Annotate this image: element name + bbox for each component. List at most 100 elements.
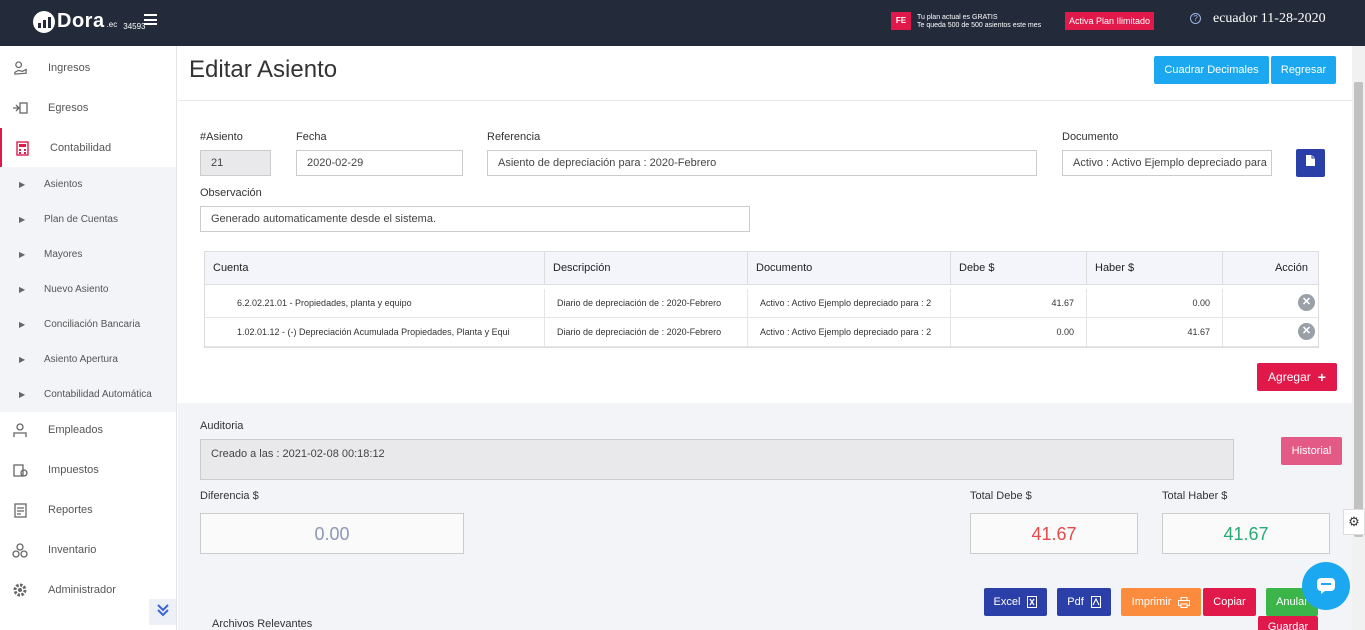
total-debe-value: 41.67 (970, 513, 1138, 554)
chevron-right-icon: ▶ (19, 250, 26, 259)
sidebar-subitem-mayores[interactable]: ▶ Mayores (0, 237, 176, 272)
col-header-cuenta: Cuenta (205, 252, 545, 285)
sidebar-item-ingresos[interactable]: Ingresos (0, 48, 176, 88)
sidebar-item-label: Contabilidad (50, 142, 112, 154)
sidebar-item-reportes[interactable]: Reportes (0, 490, 176, 530)
money-hand-icon (12, 60, 28, 76)
cell-cuenta[interactable]: 6.2.02.21.01 - Propiedades, planta y equ… (205, 289, 545, 318)
cash-out-icon (12, 100, 28, 116)
sidebar-subitem-label: Nuevo Asiento (44, 284, 109, 295)
pdf-label: Pdf (1067, 596, 1084, 608)
cell-documento[interactable]: Activo : Activo Ejemplo depreciado para … (748, 289, 951, 318)
sidebar-item-contabilidad[interactable]: Contabilidad (0, 128, 176, 168)
sidebar-subitem-nuevo-asiento[interactable]: ▶ Nuevo Asiento (0, 272, 176, 307)
company-id: 34593 (123, 22, 146, 31)
documento-label: Documento (1062, 131, 1119, 143)
hamburger-menu-icon[interactable] (144, 14, 157, 25)
sidebar-item-label: Ingresos (48, 62, 91, 74)
activate-plan-button[interactable]: Activa Plan Ilimitado (1065, 12, 1155, 30)
imprimir-button[interactable]: Imprimir (1121, 588, 1201, 616)
document-icon (1305, 154, 1316, 172)
observacion-field[interactable]: Generado automaticamente desde el sistem… (200, 206, 750, 232)
cell-descripcion[interactable]: Diario de depreciación de : 2020-Febrero (545, 318, 748, 347)
chevron-right-icon: ▶ (19, 285, 26, 294)
chevron-right-icon: ▶ (19, 180, 26, 189)
diferencia-value: 0.00 (200, 513, 464, 554)
referencia-field[interactable]: Asiento de depreciación para : 2020-Febr… (487, 150, 1037, 176)
chevron-right-icon: ▶ (19, 355, 26, 364)
total-haber-label: Total Haber $ (1162, 490, 1228, 502)
asiento-lines-table: Cuenta Descripción Documento Debe $ Habe… (204, 251, 1319, 348)
sidebar: Ingresos Egresos Contabilidad ▶ Asientos… (0, 46, 177, 630)
agregar-button[interactable]: Agregar + (1257, 363, 1337, 391)
referencia-label: Referencia (487, 131, 541, 143)
cell-haber[interactable]: 0.00 (1087, 289, 1223, 318)
page-scrollbar[interactable] (1352, 46, 1365, 630)
calculator-icon (14, 140, 30, 156)
plan-status: Tu plan actual es GRATIS Te queda 500 de… (917, 14, 1041, 30)
logo-chart-icon (33, 10, 55, 33)
pdf-button[interactable]: Pdf (1057, 588, 1111, 616)
table-header: Cuenta Descripción Documento Debe $ Habe… (205, 252, 1318, 285)
col-header-accion: Acción (1274, 262, 1308, 274)
dora-logo[interactable]: Dora .ec 34593 (33, 10, 146, 33)
logo-text: Dora (57, 10, 105, 32)
fecha-field[interactable]: 2020-02-29 (296, 150, 463, 176)
cell-debe[interactable]: 41.67 (951, 289, 1087, 318)
col-header-debe: Debe $ (951, 252, 1087, 285)
delete-row-icon[interactable]: ✕ (1298, 294, 1315, 311)
sidebar-subitem-conciliacion-bancaria[interactable]: ▶ Conciliación Bancaria (0, 307, 176, 342)
delete-row-icon[interactable]: ✕ (1298, 323, 1315, 340)
copiar-button[interactable]: Copiar (1203, 588, 1256, 616)
inventory-icon (12, 542, 28, 558)
guardar-button[interactable]: Guardar (1258, 616, 1318, 630)
archivos-relevantes-label: Archivos Relevantes (212, 618, 313, 630)
sidebar-item-impuestos[interactable]: Impuestos (0, 450, 176, 490)
regresar-button[interactable]: Regresar (1271, 56, 1336, 84)
imprimir-label: Imprimir (1131, 596, 1172, 608)
sidebar-subitem-asientos[interactable]: ▶ Asientos (0, 167, 176, 202)
page-title: Editar Asiento (189, 56, 338, 83)
sidebar-subitem-contabilidad-automatica[interactable]: ▶ Contabilidad Automática (0, 377, 176, 412)
cell-cuenta[interactable]: 1.02.01.12 - (-) Depreciación Acumulada … (205, 318, 545, 347)
cuadrar-decimales-button[interactable]: Cuadrar Decimales (1154, 56, 1269, 84)
cell-haber[interactable]: 41.67 (1087, 318, 1223, 347)
auditoria-label: Auditoria (200, 420, 244, 432)
sidebar-subitem-asiento-apertura[interactable]: ▶ Asiento Apertura (0, 342, 176, 377)
cell-descripcion[interactable]: Diario de depreciación de : 2020-Febrero (545, 289, 748, 318)
chat-support-button[interactable] (1302, 562, 1350, 610)
cell-debe[interactable]: 0.00 (951, 318, 1087, 347)
help-icon[interactable]: ? (1190, 13, 1201, 24)
pdf-file-icon (1090, 596, 1101, 608)
document-button[interactable] (1296, 149, 1325, 177)
observacion-label: Observación (200, 187, 262, 199)
report-icon (12, 502, 28, 518)
settings-gear-icon[interactable]: ⚙ (1343, 509, 1365, 535)
diferencia-label: Diferencia $ (200, 490, 259, 502)
historial-button[interactable]: Historial (1281, 437, 1342, 465)
col-header-descripcion: Descripción (545, 252, 748, 285)
region-date[interactable]: ecuador 11-28-2020 (1213, 11, 1326, 27)
total-debe-label: Total Debe $ (970, 490, 1032, 502)
sidebar-item-label: Empleados (48, 424, 104, 436)
sidebar-item-label: Reportes (48, 504, 93, 516)
collapse-sidebar-button[interactable] (149, 599, 176, 625)
sidebar-subitem-label: Asiento Apertura (44, 354, 118, 365)
cell-documento[interactable]: Activo : Activo Ejemplo depreciado para … (748, 318, 951, 347)
sidebar-item-egresos[interactable]: Egresos (0, 88, 176, 128)
scrollbar-thumb[interactable] (1354, 82, 1363, 537)
sidebar-subitem-plan-de-cuentas[interactable]: ▶ Plan de Cuentas (0, 202, 176, 237)
excel-label: Excel (993, 596, 1021, 608)
fecha-label: Fecha (296, 131, 327, 143)
sidebar-item-label: Inventario (48, 544, 97, 556)
sidebar-item-label: Impuestos (48, 464, 99, 476)
tax-icon (12, 462, 28, 478)
excel-button[interactable]: Excel (984, 588, 1047, 616)
sidebar-item-empleados[interactable]: Empleados (0, 410, 176, 450)
employees-icon (12, 422, 28, 438)
sidebar-item-inventario[interactable]: Inventario (0, 530, 176, 570)
plan-line-2: Te queda 500 de 500 asientos este mes (917, 22, 1042, 29)
sidebar-subitem-label: Contabilidad Automática (44, 389, 152, 400)
printer-icon (1178, 596, 1191, 608)
documento-field[interactable]: Activo : Activo Ejemplo depreciado para (1062, 150, 1272, 176)
